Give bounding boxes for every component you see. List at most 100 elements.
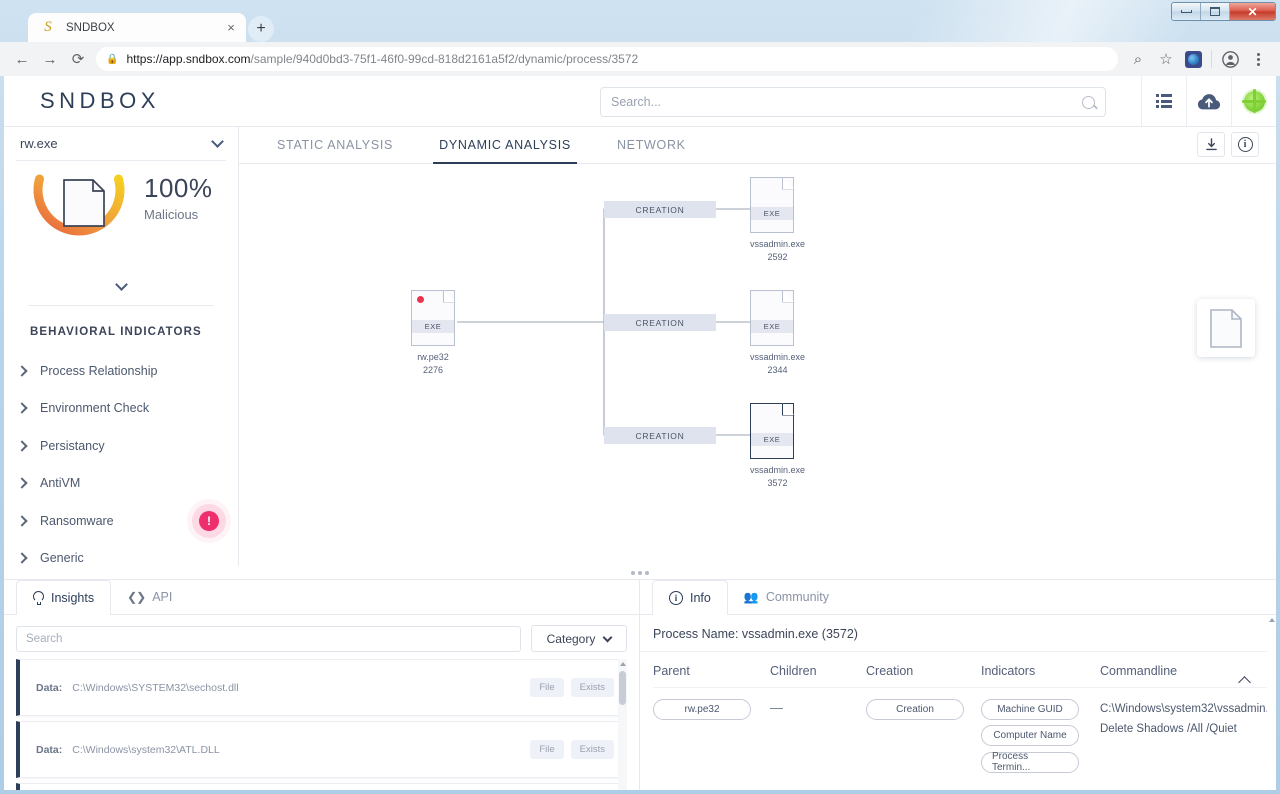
indicator-pill[interactable]: Computer Name [981,725,1079,746]
tab-api[interactable]: ❮❯ API [111,580,188,614]
insights-scrollbar[interactable] [618,659,627,790]
insights-list[interactable]: Data: C:\Windows\SYSTEM32\sechost.dll Fi… [16,659,627,790]
behavioral-indicators-title: BEHAVIORAL INDICATORS [30,326,202,338]
list-item-chip[interactable]: File [530,740,564,759]
bookmark-star-icon[interactable]: ☆ [1152,45,1180,73]
table-header-row: Parent Children Creation Indicators Comm… [653,652,1276,688]
parent-process-pill[interactable]: rw.pe32 [653,699,751,720]
info-circle-icon: i [669,591,683,605]
tab-dynamic-analysis[interactable]: DYNAMIC ANALYSIS [433,138,577,164]
forward-icon[interactable]: → [36,45,64,73]
process-graph[interactable]: EXE rw.pe32 2276 CREATION CREATION CREAT… [239,164,1276,566]
browser-window: ✕ S SNDBOX × + ← → ⟳ 🔒 https://app.sndbo… [0,0,1280,794]
sidebar-item-ransomware[interactable]: Ransomware ! [4,502,238,540]
sidebar-item-persistancy[interactable]: Persistancy [4,427,238,465]
toolbar-divider [1211,50,1212,68]
panel-drag-handle[interactable] [4,566,1276,579]
graph-node-pid: 2344 [767,365,788,376]
sidebar-item-label: Persistancy [40,438,105,453]
sidebar-item-label: Environment Check [40,401,150,416]
zoom-icon[interactable]: ⌕ [1124,45,1152,73]
people-icon: 👥 [743,590,759,604]
new-tab-button[interactable]: + [248,16,274,42]
list-item-chip[interactable]: Exists [570,740,614,759]
address-bar[interactable]: 🔒 https://app.sndbox.com/sample/940d0bd3… [96,47,1118,71]
graph-node-name: vssadmin.exe [750,465,806,475]
file-type-label: EXE [412,320,454,333]
verdict-label: Malicious [144,207,199,222]
file-glyph-icon [63,179,105,227]
close-icon[interactable]: × [222,19,240,37]
profile-avatar-icon[interactable] [1216,45,1244,73]
extension-icon[interactable] [1185,50,1202,68]
creation-pill[interactable]: Creation [866,699,964,720]
info-icon[interactable]: i [1231,132,1259,157]
tab-static-analysis[interactable]: STATIC ANALYSIS [271,138,399,163]
expand-verdict-button[interactable] [4,271,238,301]
verdict-percent: 100% [144,173,213,203]
graph-node-pid: 2276 [422,365,444,376]
tab-info[interactable]: i Info [652,580,728,615]
sidebar-item-generic[interactable]: Generic [4,540,238,567]
back-icon[interactable]: ← [8,45,36,73]
graph-node-child-2592[interactable]: EXE vssadmin.exe 2592 [750,176,806,264]
sidebar: rw.exe 100% Malicious BEHAVIORAL INDICAT… [4,127,239,566]
graph-node-label: vssadmin.exe 2344 [750,351,805,377]
graph-edge-label: CREATION [604,427,716,444]
sidebar-item-environment-check[interactable]: Environment Check [4,390,238,428]
chevron-right-icon [16,365,28,377]
info-panel-scrollbar[interactable] [1267,615,1276,790]
graph-edge-label: CREATION [604,201,716,218]
status-badge[interactable]: ! [199,510,219,531]
scroll-up-arrow-icon[interactable] [1269,618,1275,622]
browser-tab[interactable]: S SNDBOX × [28,13,246,42]
address-bar-url: https://app.sndbox.com/sample/940d0bd3-7… [126,52,638,66]
graph-node-root[interactable]: EXE rw.pe32 2276 [411,289,456,377]
cell-commandline: C:\Windows\system32\vssadmin.exe Delete … [1100,699,1276,773]
cell-indicators: Machine GUID Computer Name Process Termi… [981,699,1100,773]
analysis-area: STATIC ANALYSIS DYNAMIC ANALYSIS NETWORK… [239,127,1276,566]
url-scheme: https:// [126,52,163,66]
reload-icon[interactable]: ⟳ [64,45,92,73]
sidebar-item-antivm[interactable]: AntiVM [4,465,238,503]
global-search[interactable] [600,87,1106,117]
column-header-commandline: Commandline [1100,664,1178,678]
graph-legend-button[interactable] [1197,299,1255,357]
tab-community[interactable]: 👥 Community [728,580,845,614]
scroll-up-arrow-icon[interactable] [620,662,626,666]
malware-scan-icon[interactable] [1231,76,1276,126]
list-item[interactable]: Data: C:\Windows\SYSTEM32\sechost.dll Fi… [16,659,627,716]
tab-network[interactable]: NETWORK [611,138,692,163]
graph-node-pid: 2592 [767,252,788,263]
list-item[interactable] [16,783,627,790]
search-input[interactable] [611,95,1082,109]
behavioral-indicators-list: Process Relationship Environment Check P… [4,352,238,566]
sidebar-item-process-relationship[interactable]: Process Relationship [4,352,238,390]
tab-label: Info [690,591,711,605]
file-node-icon [1210,308,1242,348]
list-item[interactable]: Data: C:\Windows\system32\ATL.DLL File E… [16,721,627,778]
search-input[interactable] [16,625,521,652]
indicator-pill[interactable]: Machine GUID [981,699,1079,720]
file-type-label: EXE [751,207,793,220]
chevron-down-icon [211,135,224,148]
graph-node-name: vssadmin.exe [750,239,806,249]
url-host: app.sndbox.com [162,52,251,66]
graph-node-child-3572[interactable]: EXE vssadmin.exe 3572 [750,402,806,490]
tab-insights[interactable]: Insights [16,580,112,615]
children-value: — [770,700,783,715]
graph-node-child-2344[interactable]: EXE vssadmin.exe 2344 [750,289,805,377]
download-icon[interactable] [1197,132,1225,157]
app-logo[interactable]: SNDBOX [40,88,160,114]
list-item-chip[interactable]: File [530,678,564,697]
scrollbar-thumb[interactable] [619,671,626,705]
browser-toolbar: ← → ⟳ 🔒 https://app.sndbox.com/sample/94… [0,42,1280,76]
indicator-pill[interactable]: Process Termin... [981,751,1079,773]
list-item-chip[interactable]: Exists [570,678,614,697]
cloud-upload-icon[interactable] [1186,76,1231,126]
category-filter-button[interactable]: Category [531,625,627,652]
browser-menu-icon[interactable] [1244,45,1272,73]
samples-list-icon[interactable] [1141,76,1186,126]
header-actions [1141,76,1276,126]
search-icon[interactable] [1082,95,1095,109]
